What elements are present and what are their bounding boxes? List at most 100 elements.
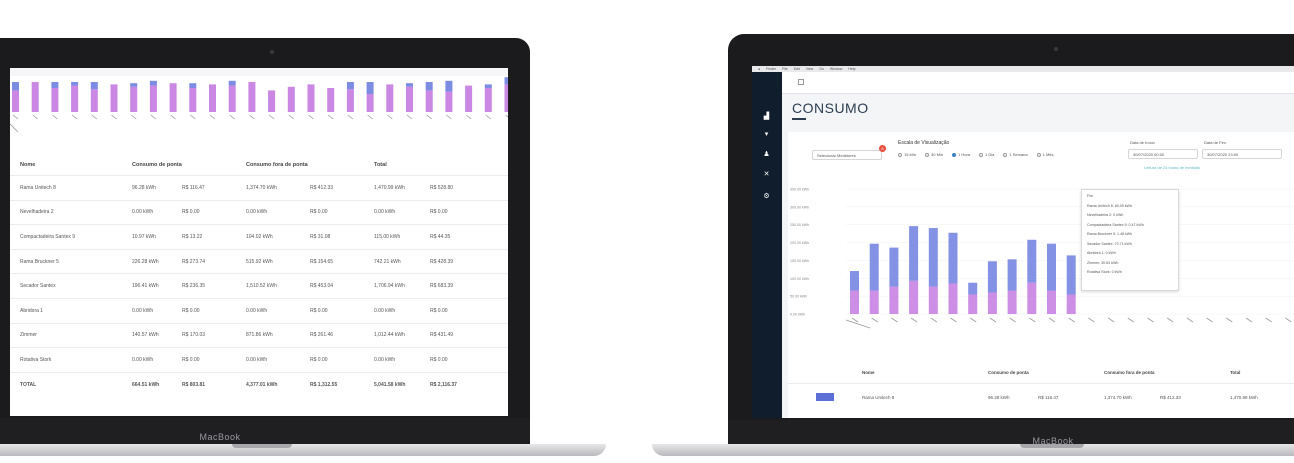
- bar-segment: [268, 90, 276, 112]
- date-end-input[interactable]: 30/07/2020 23:00: [1202, 149, 1282, 159]
- bar-segment: [307, 84, 315, 112]
- stage: Nome Consumo de ponta Consumo fora de po…: [0, 0, 1294, 463]
- table-cell: 104.02 kWh: [246, 233, 273, 240]
- table-cell: 0.00 kWh: [246, 356, 268, 363]
- bar-segment: [169, 83, 177, 112]
- table-row[interactable]: Rotativa Stork 0.00 kWh R$ 0.00 0.00 kWh R$ …: [10, 348, 508, 373]
- date-start-input[interactable]: 30/07/2020 00:00: [1128, 149, 1198, 159]
- x-tick-label: [505, 114, 508, 118]
- menu-help[interactable]: Help: [848, 67, 855, 71]
- x-tick-label: [930, 317, 938, 323]
- app-titlebar: [782, 72, 1294, 94]
- settings-icon[interactable]: ⚙: [762, 192, 771, 201]
- right-screen: ● Finder File Edit View Go Window Help ▟…: [752, 66, 1294, 418]
- bar-segment: [425, 90, 433, 112]
- table-cell: 5,041.58 kWh: [374, 382, 406, 389]
- table-cell: 515.92 kWh: [246, 258, 273, 265]
- y-tick-label: 300.00 kWh: [790, 205, 809, 209]
- x-tick-label: [32, 114, 38, 120]
- tooltip-title: Fim: [1087, 194, 1093, 198]
- x-tick-label: [190, 114, 196, 120]
- table-row[interactable]: Abridora 1 0.00 kWh R$ 0.00 0.00 kWh R$ 0.00…: [10, 299, 508, 324]
- menu-view[interactable]: View: [806, 67, 814, 71]
- y-tick-label: 0.00 kWh: [790, 313, 805, 317]
- select-medidores[interactable]: Selecionar Medidores: [812, 150, 882, 160]
- table-cell: R$ 273.74: [182, 258, 206, 265]
- table-row[interactable]: Rama Unitech 8 96.28 kWh R$ 116.47 1,374…: [788, 384, 1294, 410]
- bar-segment: [366, 82, 374, 94]
- x-tick-label: [426, 114, 432, 120]
- table-cell: 4,377.01 kWh: [246, 382, 278, 389]
- app-sidebar: ▟ ▾ ♟ ✕ ⚙: [752, 72, 782, 418]
- table-row[interactable]: Compactadeira Santex 9 10.97 kWh R$ 13.22 1…: [10, 225, 508, 250]
- table-cell: Secador Santex: [20, 283, 56, 290]
- tooltip-line: Rama Bruckner 5: 1.48 kWh: [1087, 232, 1133, 236]
- bar-segment: [948, 283, 958, 314]
- tooltip-line: Secador Santex: 70.71 kWh: [1087, 241, 1132, 246]
- chart-icon[interactable]: ▟: [762, 112, 771, 121]
- x-tick-label: [52, 114, 58, 120]
- scale-1dia[interactable]: 1 Dia: [979, 152, 994, 157]
- table-cell: R$ 44.35: [430, 233, 451, 240]
- right-laptop-notch: [1020, 444, 1084, 448]
- x-tick-label: [367, 114, 373, 120]
- tooltip-line: Compactadeira Santex 9: 0.47 kWh: [1087, 222, 1144, 227]
- bar-segment: [445, 80, 453, 92]
- left-laptop-chin: [0, 418, 530, 444]
- col-total: Total: [374, 161, 387, 168]
- table-row[interactable]: Zimmer 140.57 kWh R$ 170.03 871.86 kWh R$ 26…: [10, 324, 508, 349]
- apple-icon[interactable]: ●: [758, 67, 760, 71]
- table-cell: 1,706.94 kWh: [374, 283, 405, 290]
- table-cell: R$ 0.00: [310, 307, 328, 314]
- filter-icon[interactable]: ▾: [762, 130, 771, 139]
- x-tick-label: [111, 114, 117, 120]
- window-icon[interactable]: [798, 79, 804, 85]
- menu-finder[interactable]: Finder: [766, 67, 776, 71]
- table-cell: R$ 13.22: [182, 233, 203, 240]
- x-tick-label: [891, 317, 898, 323]
- bar-segment: [228, 85, 236, 112]
- bar-segment: [189, 88, 197, 112]
- table-row[interactable]: Nevelhadeira 2 0.00 kWh R$ 0.00 0.00 kWh R$ …: [10, 201, 508, 226]
- x-tick-label: [969, 317, 977, 323]
- bar-segment: [948, 232, 958, 284]
- menu-file[interactable]: File: [782, 67, 788, 71]
- left-screen: Nome Consumo de ponta Consumo fora de po…: [10, 68, 508, 416]
- bar-segment: [71, 82, 79, 86]
- bar-segment: [445, 91, 453, 112]
- bar-segment: [31, 82, 39, 112]
- scale-1semana[interactable]: 1 Semana: [1003, 152, 1028, 157]
- bar-segment: [228, 80, 236, 86]
- row-total-kwh: 1,470.99 kWh: [1230, 394, 1258, 400]
- table-row[interactable]: Rama Unitech 8 96.28 kWh R$ 116.47 1,374.70…: [10, 176, 508, 201]
- bar-segment: [130, 83, 138, 87]
- scale-1mes[interactable]: 1 Mês: [1036, 152, 1054, 157]
- table-total-row[interactable]: TOTAL 664.51 kWh R$ 803.81 4,377.01 kWh R$ 1…: [10, 373, 508, 398]
- scale-15min[interactable]: 15 Min: [898, 152, 916, 157]
- bar-segment: [425, 82, 433, 91]
- bar-segment: [889, 286, 899, 314]
- close-icon[interactable]: ✕: [762, 170, 771, 179]
- menu-edit[interactable]: Edit: [794, 67, 800, 71]
- table-row[interactable]: Rama Bruckner 5 226.28 kWh R$ 273.74 515.92…: [10, 250, 508, 275]
- left-table-header: Nome Consumo de ponta Consumo fora de po…: [10, 154, 508, 176]
- menu-window[interactable]: Window: [830, 67, 842, 71]
- user-icon[interactable]: ♟: [762, 150, 771, 159]
- table-cell: 0.00 kWh: [132, 307, 154, 314]
- tooltip-line: Rotativa Stork: 0 kWh: [1087, 270, 1122, 274]
- y-tick-label: 50.00 kWh: [790, 295, 807, 299]
- row-fora-rs: R$ 412.33: [1160, 394, 1181, 400]
- date-start-label: Data de Início: [1130, 140, 1155, 145]
- bar-segment: [1047, 243, 1056, 291]
- table-cell: Abridora 1: [20, 307, 44, 314]
- menu-go[interactable]: Go: [819, 67, 824, 71]
- tooltip-line: Zimmer: 30.63 kWh: [1087, 260, 1119, 265]
- bar-segment: [1047, 290, 1056, 314]
- table-row[interactable]: Secador Santex 196.41 kWh R$ 236.35 1,510.5…: [10, 274, 508, 299]
- table-cell: 196.41 kWh: [132, 283, 159, 290]
- scale-1hora[interactable]: 1 Hora: [952, 152, 970, 157]
- scale-30min[interactable]: 30 Min: [925, 152, 943, 157]
- bar-segment: [12, 90, 19, 112]
- bar-segment: [90, 82, 98, 90]
- x-tick-label: [387, 114, 393, 120]
